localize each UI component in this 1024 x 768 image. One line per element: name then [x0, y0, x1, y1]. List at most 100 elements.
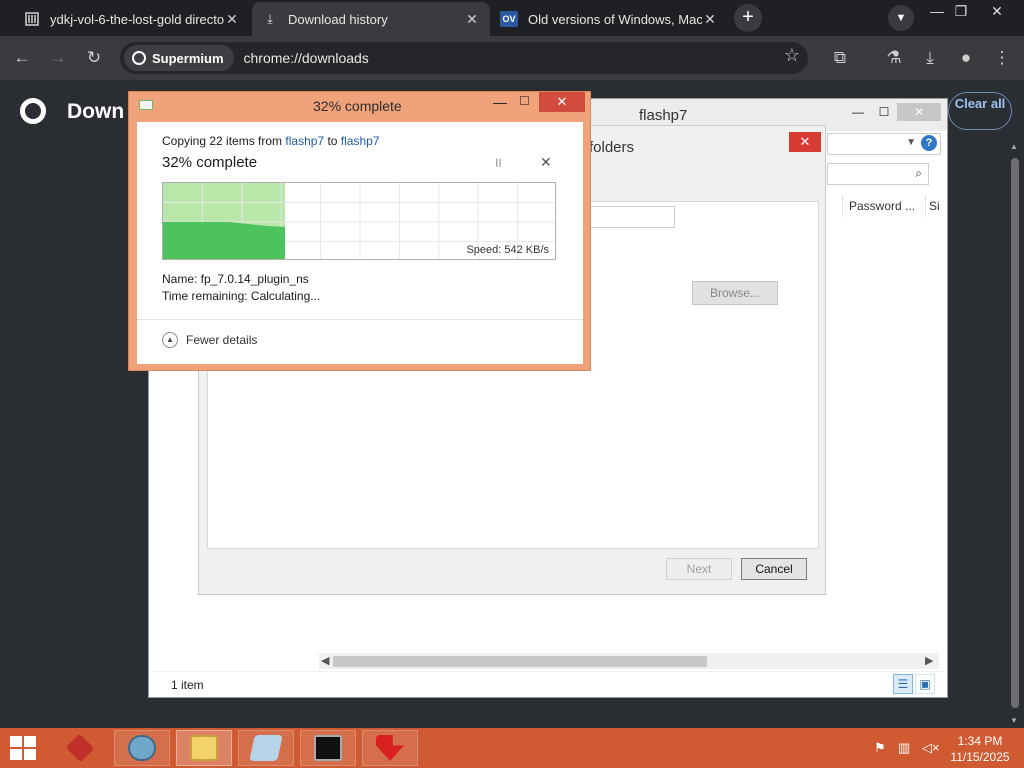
cmd-icon[interactable] — [300, 730, 356, 766]
speaker-muted-icon[interactable]: ◁× — [922, 740, 940, 756]
fewer-details-label: Fewer details — [186, 333, 258, 347]
extensions-icon[interactable]: ⧉ — [826, 44, 854, 72]
close-icon[interactable]: ✕ — [539, 92, 585, 112]
minimize-icon[interactable]: — — [493, 94, 507, 110]
copy-progress-dialog: 32% complete — ☐ ✕ Copying 22 items from… — [128, 91, 591, 371]
red-arrow-app-icon[interactable] — [362, 730, 418, 766]
address-bar[interactable]: Supermium chrome://downloads ☆ — [120, 42, 808, 74]
help-icon[interactable]: ? — [921, 135, 937, 151]
tab-download-history[interactable]: ⤓ Download history ✕ — [252, 2, 490, 36]
percent-complete: 32% complete — [162, 154, 258, 171]
close-window-icon[interactable]: ✕ — [980, 0, 1014, 24]
browser-logo-icon — [132, 51, 146, 65]
details-view-icon[interactable]: ☰ — [893, 674, 913, 694]
new-tab-button[interactable]: + — [734, 4, 762, 32]
file-explorer-icon[interactable] — [176, 730, 232, 766]
column-header-size[interactable]: Si — [929, 199, 940, 213]
time-remaining: Time remaining: Calculating... — [162, 289, 321, 303]
file-name: Name: fp_7.0.14_plugin_ns — [162, 272, 309, 286]
scroll-thumb[interactable] — [1011, 158, 1019, 708]
site-chip[interactable]: Supermium — [124, 45, 234, 71]
downloads-icon[interactable]: ⤓ — [916, 44, 944, 72]
scroll-thumb[interactable] — [333, 656, 707, 667]
menu-icon[interactable]: ⋮ — [988, 44, 1016, 72]
column-header-password[interactable]: Password ... — [849, 199, 915, 213]
reload-icon[interactable]: ↻ — [80, 44, 108, 72]
horizontal-scrollbar[interactable]: ◀ ▶ — [319, 653, 939, 669]
scroll-right-icon[interactable]: ▶ — [925, 654, 933, 667]
destination-link[interactable]: flashp7 — [341, 134, 380, 148]
close-tab-icon[interactable]: ✕ — [702, 11, 718, 28]
browser-toolbar: ← → ↻ Supermium chrome://downloads ☆ ⧉ ⚗… — [0, 36, 1024, 80]
throughput-area — [163, 222, 285, 259]
forward-icon[interactable]: → — [44, 44, 72, 72]
speed-label: Speed: 542 KB/s — [466, 244, 549, 256]
maximize-icon[interactable]: ☐ — [519, 94, 530, 108]
bookmark-star-icon[interactable]: ☆ — [784, 45, 800, 66]
clear-all-button[interactable]: Clear all — [948, 92, 1012, 130]
tab-strip: ydkj-vol-6-the-lost-gold directo ✕ ⤓ Dow… — [0, 0, 1024, 36]
taskbar: ⚑ ▥ ◁× 1:34 PM 11/15/2025 — [0, 728, 1024, 768]
network-icon[interactable]: ▥ — [898, 740, 910, 756]
windows-start-icon[interactable] — [10, 736, 38, 760]
copy-description: Copying 22 items from flashp7 to flashp7 — [162, 134, 380, 148]
maximize-icon[interactable]: ☐ — [869, 103, 899, 121]
red-cube-app-icon[interactable] — [52, 730, 108, 766]
scroll-down-icon[interactable]: ▼ — [1010, 716, 1018, 725]
profile-icon[interactable]: ● — [952, 44, 980, 72]
dialog-titlebar[interactable]: 32% complete — ☐ ✕ — [129, 92, 590, 120]
to-word: to — [327, 134, 338, 148]
path-input[interactable] — [587, 206, 675, 228]
chevron-down-icon: ▼ — [906, 137, 916, 148]
next-button[interactable]: Next — [666, 558, 732, 580]
flag-icon[interactable]: ⚑ — [874, 740, 886, 756]
close-tab-icon[interactable]: ✕ — [224, 11, 240, 28]
status-bar: 1 item ☰ ▣ — [149, 671, 947, 697]
fewer-details-button[interactable]: ▲ Fewer details — [162, 332, 257, 348]
dialog-content: Copying 22 items from flashp7 to flashp7… — [137, 122, 583, 364]
tab-old-versions[interactable]: OV Old versions of Windows, Mac a ✕ — [490, 2, 728, 36]
pause-icon[interactable]: II — [495, 156, 502, 170]
close-icon[interactable]: ✕ — [789, 132, 821, 152]
scroll-left-icon[interactable]: ◀ — [321, 654, 329, 667]
copy-prefix: Copying 22 items from — [162, 134, 283, 148]
notepad-icon[interactable] — [238, 730, 294, 766]
tab-title: Old versions of Windows, Mac a — [528, 11, 702, 27]
tab-title: ydkj-vol-6-the-lost-gold directo — [50, 11, 224, 27]
browse-button[interactable]: Browse... — [692, 281, 778, 305]
wizard-heading: folders — [589, 139, 635, 156]
explorer-title: flashp7 — [639, 107, 688, 124]
clock-time: 1:34 PM — [957, 734, 1003, 748]
archive-icon — [24, 11, 40, 27]
restore-icon[interactable]: ❐ — [944, 0, 978, 24]
ov-icon: OV — [500, 11, 518, 27]
search-input[interactable]: ⌕ — [827, 163, 929, 185]
url-text: chrome://downloads — [243, 50, 369, 66]
source-link[interactable]: flashp7 — [285, 134, 324, 148]
page-scrollbar[interactable]: ▲ ▼ — [1008, 140, 1022, 730]
download-icon: ⤓ — [267, 11, 273, 26]
tab-search-chevron-icon[interactable]: ▼ — [888, 5, 914, 31]
back-icon[interactable]: ← — [8, 44, 36, 72]
speed-graph: Speed: 542 KB/s — [162, 182, 556, 260]
globe-app-icon[interactable] — [114, 730, 170, 766]
close-tab-icon[interactable]: ✕ — [464, 11, 480, 28]
chip-label: Supermium — [152, 50, 224, 66]
tab-title: Download history — [288, 11, 388, 27]
chevron-up-icon: ▲ — [162, 332, 178, 348]
copy-icon — [139, 100, 153, 110]
cancel-copy-icon[interactable]: ✕ — [540, 154, 552, 171]
search-icon: ⌕ — [915, 166, 922, 180]
chrome-logo-icon — [20, 98, 46, 124]
cancel-button[interactable]: Cancel — [741, 558, 807, 580]
clock-date: 11/15/2025 — [950, 750, 1010, 764]
labs-flask-icon[interactable]: ⚗ — [880, 44, 908, 72]
close-icon[interactable]: ✕ — [897, 103, 941, 121]
divider — [137, 319, 583, 320]
dialog-title: 32% complete — [313, 98, 402, 114]
large-icons-view-icon[interactable]: ▣ — [915, 674, 935, 694]
scroll-up-icon[interactable]: ▲ — [1010, 142, 1018, 151]
tab-archive[interactable]: ydkj-vol-6-the-lost-gold directo ✕ — [14, 2, 250, 36]
column-divider — [925, 195, 926, 217]
clock[interactable]: 1:34 PM 11/15/2025 — [948, 733, 1012, 765]
